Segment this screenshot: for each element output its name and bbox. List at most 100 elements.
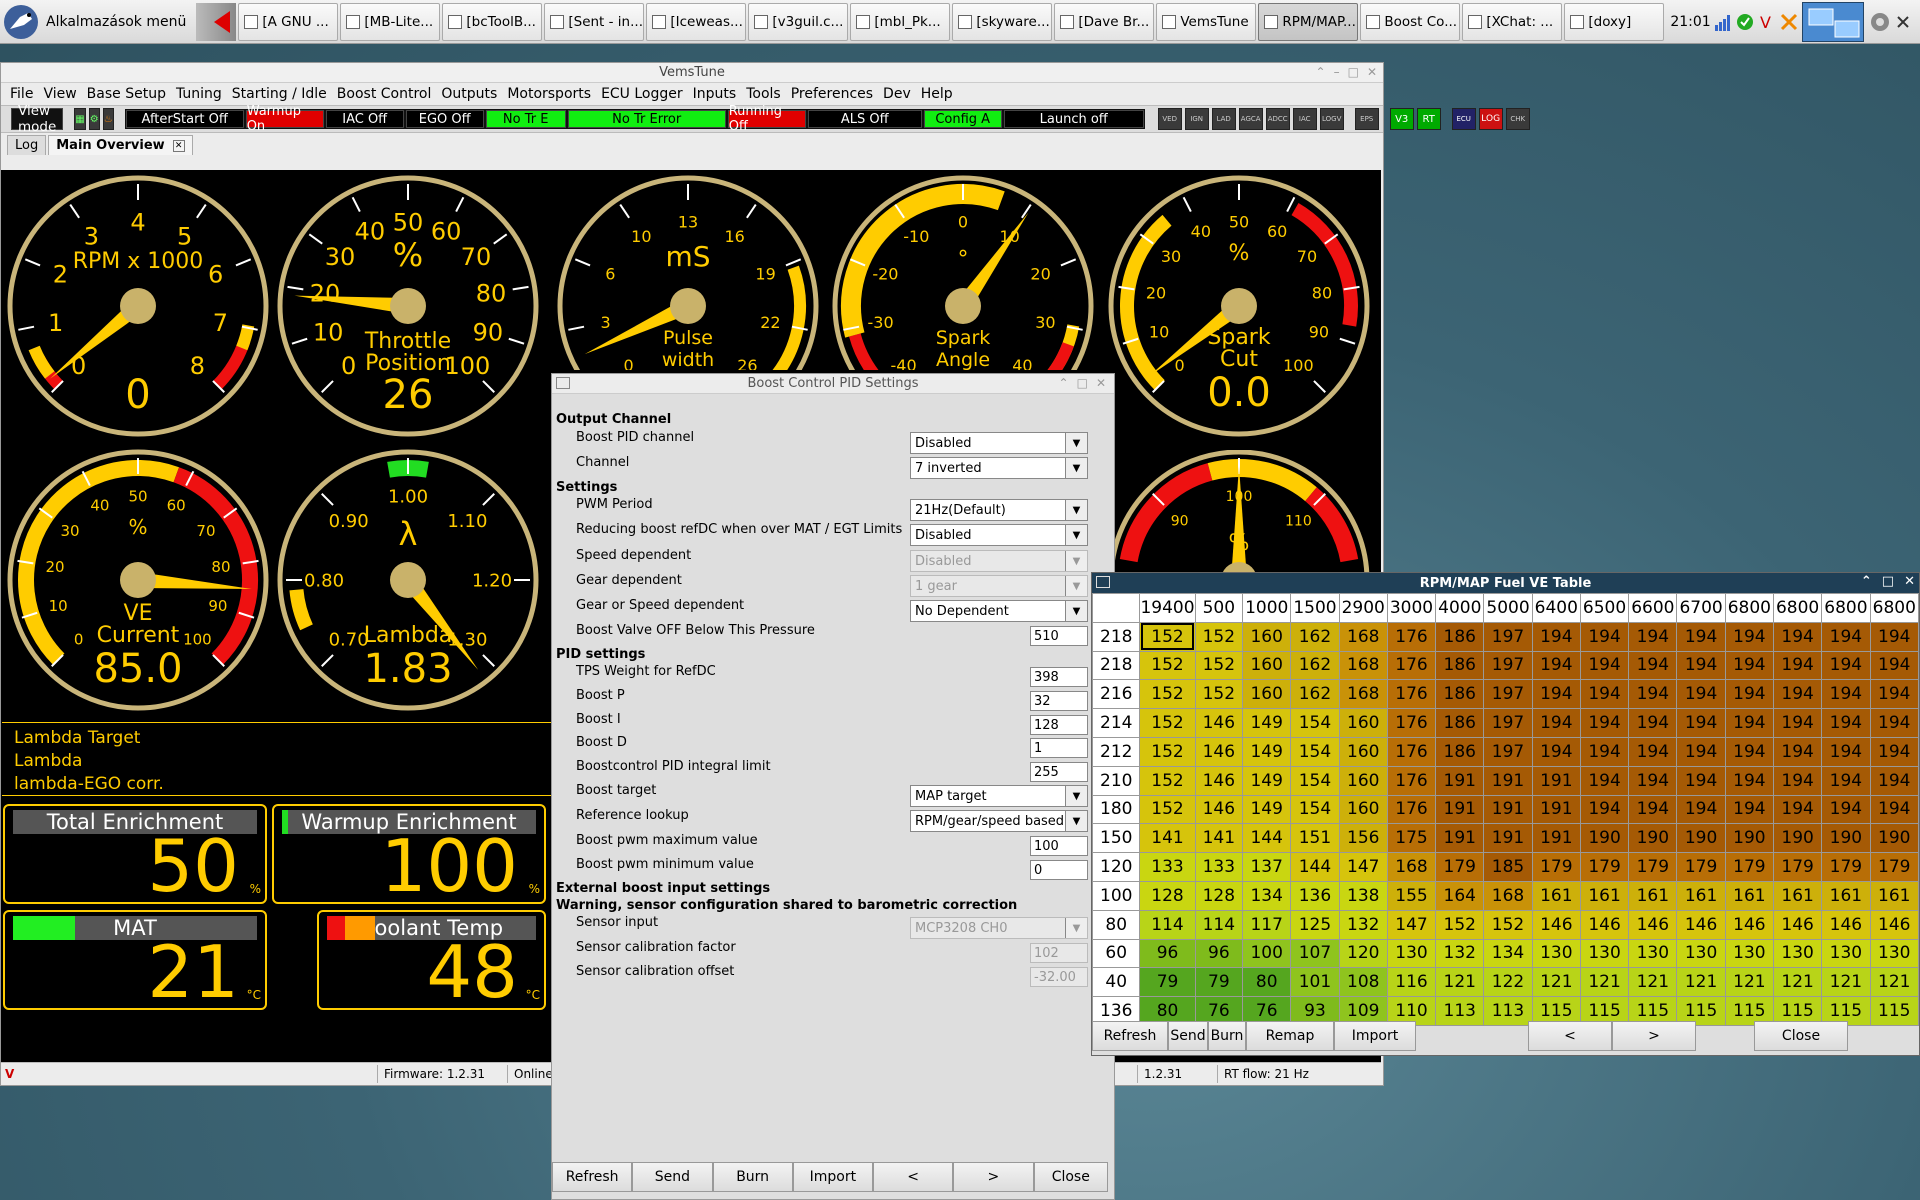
ve-cell[interactable]: 190	[1724, 823, 1774, 854]
status-indicator[interactable]: No Tr E	[485, 110, 566, 128]
ve-rpm-header[interactable]: 5000	[1483, 593, 1533, 623]
tool-ved-icon[interactable]: VED	[1157, 108, 1182, 130]
ve-cell[interactable]: 194	[1821, 679, 1871, 710]
ve-cell[interactable]: 194	[1821, 708, 1871, 738]
ve-map-header[interactable]: 60	[1091, 938, 1141, 969]
valve-off-input[interactable]: 510	[1030, 626, 1088, 646]
ve-cell[interactable]: 194	[1531, 621, 1581, 652]
ve-cell[interactable]: 194	[1628, 650, 1678, 681]
ve-cell[interactable]: 194	[1628, 679, 1678, 710]
ve-cell[interactable]: 149	[1242, 794, 1292, 825]
ve-cell[interactable]: 116	[1386, 967, 1437, 998]
ve-cell[interactable]: 121	[1435, 967, 1485, 998]
ve-cell[interactable]: 136	[1290, 880, 1340, 911]
integral-limit-input[interactable]: 255	[1030, 762, 1088, 782]
ve-cell[interactable]: 121	[1628, 967, 1678, 998]
ve-cell[interactable]: 152	[1139, 736, 1196, 767]
status-indicator[interactable]: Running Off	[727, 104, 806, 134]
boost-burn-button[interactable]: Burn	[712, 1162, 793, 1192]
taskbar-task[interactable]: [MB-Lite...	[340, 2, 441, 41]
up-icon[interactable]: ⌃	[1059, 376, 1069, 390]
ve-map-header[interactable]: 100	[1091, 880, 1141, 911]
ve-cell[interactable]: 179	[1531, 852, 1581, 882]
tool-agca-icon[interactable]: AGCA	[1238, 108, 1263, 130]
ve-cell[interactable]: 146	[1579, 909, 1630, 940]
ve-cell[interactable]: 107	[1290, 938, 1340, 969]
tool-rt-icon[interactable]: RT	[1416, 108, 1441, 130]
ve-cell[interactable]: 154	[1290, 794, 1340, 825]
ve-rpm-header[interactable]: 6800	[1869, 593, 1920, 623]
boost-refresh-button[interactable]: Refresh	[552, 1162, 633, 1192]
ve-cell[interactable]: 152	[1139, 650, 1196, 681]
ve-rpm-header[interactable]: 2900	[1338, 593, 1388, 623]
taskbar-task[interactable]: [bcToolB...	[442, 2, 543, 41]
menu-boost-control[interactable]: Boost Control	[332, 86, 437, 102]
ve-cell[interactable]: 168	[1338, 621, 1388, 652]
ve-cell[interactable]: 152	[1139, 679, 1196, 710]
ve-cell[interactable]: 194	[1724, 794, 1774, 825]
ve-cell[interactable]: 160	[1338, 765, 1388, 796]
boost-close-button[interactable]: Close	[1033, 1162, 1109, 1192]
taskbar-task[interactable]: [doxy]	[1564, 2, 1665, 41]
ve-cell[interactable]: 144	[1242, 823, 1292, 854]
ve-cell[interactable]: 194	[1869, 650, 1920, 681]
ve-cell[interactable]: 194	[1579, 621, 1630, 652]
ve-cell[interactable]: 190	[1676, 823, 1726, 854]
pwm-min-input[interactable]: 0	[1030, 860, 1088, 880]
ve-cell[interactable]: 121	[1531, 967, 1581, 998]
ve-map-header[interactable]: 214	[1091, 708, 1141, 738]
ve-cell[interactable]: 168	[1338, 650, 1388, 681]
ve-map-header[interactable]: 218	[1091, 650, 1141, 681]
ve-cell[interactable]: 154	[1290, 736, 1340, 767]
ve-cell[interactable]: 79	[1139, 967, 1196, 998]
chip-icon[interactable]: ▦	[74, 108, 86, 130]
ve-cell[interactable]: 194	[1821, 621, 1871, 652]
ve-close-button[interactable]: Close	[1754, 1021, 1848, 1051]
ve-cell[interactable]: 194	[1628, 765, 1678, 796]
ve-cell[interactable]: 179	[1676, 852, 1726, 882]
ve-cell[interactable]: 161	[1531, 880, 1581, 911]
ve-cell[interactable]: 160	[1242, 679, 1292, 710]
ve-map-header[interactable]: 80	[1091, 909, 1141, 940]
ve-cell[interactable]: 176	[1386, 679, 1437, 710]
ve-cell[interactable]: 130	[1628, 938, 1678, 969]
ve-cell[interactable]: 194	[1531, 679, 1581, 710]
tool-iac-icon[interactable]: IAC	[1292, 108, 1317, 130]
ve-cell[interactable]: 160	[1338, 794, 1388, 825]
ve-cell[interactable]: 152	[1483, 909, 1533, 940]
status-indicator[interactable]: ALS Off	[807, 110, 922, 128]
ve-cell[interactable]: 186	[1435, 621, 1485, 652]
ve-cell[interactable]: 194	[1869, 736, 1920, 767]
ve-cell[interactable]: 146	[1194, 736, 1244, 767]
ve-cell[interactable]: 162	[1290, 650, 1340, 681]
ve-cell[interactable]: 176	[1386, 736, 1437, 767]
taskbar-task[interactable]: [Iceweas...	[646, 2, 747, 41]
ve-cell[interactable]: 155	[1386, 880, 1437, 911]
ve-cell[interactable]: 194	[1579, 679, 1630, 710]
ve-cell[interactable]: 194	[1628, 708, 1678, 738]
ve-cell[interactable]: 194	[1579, 765, 1630, 796]
ve-cell[interactable]: 130	[1821, 938, 1871, 969]
ve-map-header[interactable]: 180	[1091, 794, 1141, 825]
ve-map-header[interactable]: 150	[1091, 823, 1141, 854]
ve-cell[interactable]: 134	[1242, 880, 1292, 911]
ve-cell[interactable]: 194	[1772, 621, 1823, 652]
taskbar-task[interactable]: [Sent - in...	[544, 2, 645, 41]
boost-pid-channel-select[interactable]: Disabled ▼	[910, 432, 1088, 454]
status-indicator[interactable]: Launch off	[1003, 110, 1144, 128]
maximize-icon[interactable]: □	[1882, 574, 1894, 589]
tool-ecu-icon[interactable]: ECU	[1451, 108, 1476, 130]
reducing-select[interactable]: Disabled ▼	[910, 524, 1088, 546]
ve-cell[interactable]: 194	[1772, 679, 1823, 710]
tool-v3-icon[interactable]: V3	[1389, 108, 1414, 130]
ve-cell[interactable]: 191	[1483, 794, 1533, 825]
tool-lad-icon[interactable]: LAD	[1211, 108, 1236, 130]
ve-cell[interactable]: 146	[1628, 909, 1678, 940]
status-indicator[interactable]: AfterStart Off	[125, 110, 244, 128]
ve-cell[interactable]: 152	[1139, 621, 1196, 652]
ve-cell[interactable]: 179	[1821, 852, 1871, 882]
ve-cell[interactable]: 194	[1772, 765, 1823, 796]
ve-cell[interactable]: 176	[1386, 765, 1437, 796]
ve-rpm-header[interactable]: 6400	[1531, 593, 1581, 623]
ve-cell[interactable]: 168	[1483, 880, 1533, 911]
